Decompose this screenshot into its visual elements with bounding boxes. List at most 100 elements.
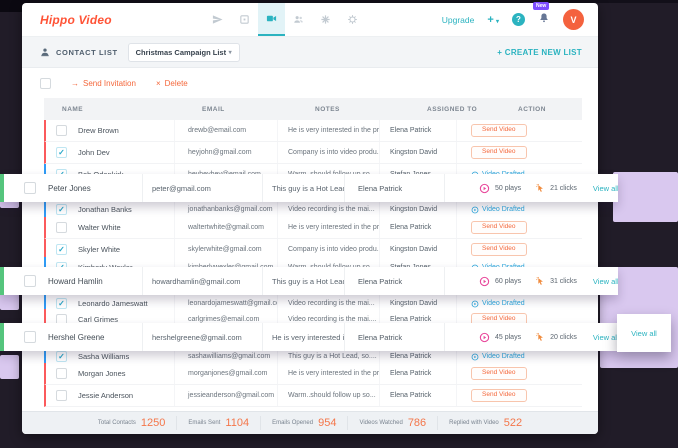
caret-down-icon: ▾ bbox=[229, 49, 232, 56]
video-camera-icon[interactable] bbox=[258, 3, 285, 36]
plays-icon bbox=[479, 332, 490, 343]
row-checkbox[interactable] bbox=[56, 368, 67, 379]
view-all-link[interactable]: View all bbox=[593, 333, 618, 342]
clicks-count: 31 clicks bbox=[550, 278, 577, 285]
contacts-icon[interactable] bbox=[285, 3, 312, 36]
contact-notes: Video recording is the mai.... bbox=[288, 316, 377, 323]
screenshot-stage: Hippo Video bbox=[0, 0, 678, 448]
delete-x-icon: × bbox=[156, 79, 161, 88]
table-header: NAME EMAIL NOTES ASSIGNED TO ACTION bbox=[44, 98, 582, 120]
assigned-to: Elena Patrick bbox=[358, 184, 402, 193]
table-row[interactable]: Walter White waltertwhite@gmail.com He i… bbox=[44, 217, 582, 239]
plays-icon bbox=[479, 276, 490, 287]
circle-play-icon bbox=[471, 353, 479, 361]
send-video-button[interactable]: Send Video bbox=[471, 221, 527, 235]
view-all-popover[interactable]: View all bbox=[617, 314, 671, 352]
integrations-icon[interactable] bbox=[312, 3, 339, 36]
video-drafted-status[interactable]: Video Drafted bbox=[471, 206, 525, 214]
row-checkbox[interactable] bbox=[24, 182, 36, 194]
library-icon[interactable] bbox=[231, 3, 258, 36]
assigned-to: Elena Patrick bbox=[390, 224, 431, 231]
contact-email: drewb@email.com bbox=[188, 127, 246, 134]
create-menu-button[interactable]: + ▾ bbox=[487, 14, 499, 26]
lavender-accent-card bbox=[613, 172, 678, 222]
help-button[interactable]: ? bbox=[512, 13, 525, 26]
row-checkbox[interactable] bbox=[56, 244, 67, 255]
clicks-icon bbox=[535, 276, 545, 286]
contact-email: hershelgreene@gmail.com bbox=[152, 333, 242, 342]
contact-notes: Video recording is the mai... bbox=[288, 206, 375, 213]
contact-email: howardhamlin@gmail.com bbox=[152, 277, 240, 286]
circle-play-icon bbox=[471, 300, 479, 308]
upgrade-link[interactable]: Upgrade bbox=[442, 15, 475, 25]
contact-notes: He is very interested in the prod.. bbox=[288, 127, 380, 134]
row-checkbox[interactable] bbox=[56, 298, 67, 309]
send-video-button[interactable]: Send Video bbox=[471, 124, 527, 138]
send-invitation-button[interactable]: → Send Invitation bbox=[71, 79, 136, 88]
highlighted-row[interactable]: Hershel Greene hershelgreene@gmail.com H… bbox=[0, 323, 618, 351]
plays-count: 60 plays bbox=[495, 278, 521, 285]
table-row[interactable]: Drew Brown drewb@email.com He is very in… bbox=[44, 120, 582, 142]
contact-name: Peter Jones bbox=[48, 184, 91, 193]
row-checkbox[interactable] bbox=[56, 351, 67, 362]
contact-name: Howard Hamlin bbox=[48, 277, 103, 286]
assigned-to: Kingston David bbox=[390, 300, 437, 307]
campaign-list-dropdown[interactable]: Christmas Campaign List ▾ bbox=[128, 43, 240, 62]
highlighted-row[interactable]: Peter Jones peter@gmail.com This guy is … bbox=[0, 174, 618, 202]
top-bar-actions: Upgrade + ▾ ? New V bbox=[442, 9, 584, 30]
send-video-button[interactable]: Send Video bbox=[471, 389, 527, 403]
highlighted-row[interactable]: Howard Hamlin howardhamlin@gmail.com Thi… bbox=[0, 267, 618, 295]
clicks-count: 21 clicks bbox=[550, 185, 577, 192]
plays-count: 45 plays bbox=[495, 334, 521, 341]
table-row[interactable]: John Dev heyjohn@gmail.com Company is in… bbox=[44, 142, 582, 164]
stat-emails-opened: Emails Opened954 bbox=[260, 416, 347, 430]
view-all-link[interactable]: View all bbox=[593, 184, 618, 193]
send-video-button[interactable]: Send Video bbox=[471, 146, 527, 160]
row-checkbox[interactable] bbox=[24, 331, 36, 343]
create-new-list-button[interactable]: + CREATE NEW LIST bbox=[497, 48, 582, 57]
assigned-to: Elena Patrick bbox=[390, 127, 431, 134]
contact-list-icon bbox=[40, 47, 50, 57]
assigned-to: Elena Patrick bbox=[358, 277, 402, 286]
assigned-to: Elena Patrick bbox=[390, 392, 431, 399]
clicks-icon bbox=[535, 332, 545, 342]
assigned-to: Kingston David bbox=[390, 149, 437, 156]
contact-notes: He is very interested in the prod.. bbox=[272, 333, 345, 342]
contact-notes: Warm..should follow up so... bbox=[288, 392, 376, 399]
select-all-checkbox[interactable] bbox=[40, 78, 51, 89]
assigned-to: Elena Patrick bbox=[390, 353, 431, 360]
delete-button[interactable]: × Delete bbox=[156, 79, 188, 88]
hippo-video-logo: Hippo Video bbox=[40, 13, 112, 27]
assigned-to: Elena Patrick bbox=[390, 316, 431, 323]
send-video-button[interactable]: Send Video bbox=[471, 367, 527, 381]
table-row[interactable]: Jessie Anderson jessieanderson@gmail.com… bbox=[44, 385, 582, 407]
top-bar: Hippo Video bbox=[22, 3, 598, 37]
table-row[interactable]: Morgan Jones morganjones@gmail.com He is… bbox=[44, 363, 582, 385]
row-checkbox[interactable] bbox=[24, 275, 36, 287]
notifications-bell-icon[interactable]: New bbox=[538, 11, 550, 29]
row-checkbox[interactable] bbox=[56, 222, 67, 233]
contact-notes: He is very interested in the prod.. bbox=[288, 224, 380, 231]
contact-name: Walter White bbox=[78, 223, 121, 232]
column-header-name: NAME bbox=[46, 106, 189, 113]
clicks-icon bbox=[535, 183, 545, 193]
row-checkbox[interactable] bbox=[56, 125, 67, 136]
video-drafted-status[interactable]: Video Drafted bbox=[471, 353, 525, 361]
row-checkbox[interactable] bbox=[56, 390, 67, 401]
stat-total-contacts: Total Contacts1250 bbox=[87, 416, 177, 430]
video-drafted-status[interactable]: Video Drafted bbox=[471, 300, 525, 308]
main-nav bbox=[204, 3, 366, 36]
contact-name: Hershel Greene bbox=[48, 333, 104, 342]
contact-name: Sasha Williams bbox=[78, 352, 129, 361]
clicks-count: 20 clicks bbox=[550, 334, 577, 341]
column-header-notes: NOTES bbox=[305, 106, 417, 113]
send-video-button[interactable]: Send Video bbox=[471, 243, 527, 257]
row-checkbox[interactable] bbox=[56, 147, 67, 158]
view-all-link[interactable]: View all bbox=[593, 277, 618, 286]
row-checkbox[interactable] bbox=[56, 204, 67, 215]
settings-gear-icon[interactable] bbox=[339, 3, 366, 36]
bulk-actions-toolbar: → Send Invitation × Delete bbox=[22, 68, 598, 98]
send-campaign-icon[interactable] bbox=[204, 3, 231, 36]
avatar[interactable]: V bbox=[563, 9, 584, 30]
contact-list-bar: CONTACT LIST Christmas Campaign List ▾ +… bbox=[22, 37, 598, 68]
